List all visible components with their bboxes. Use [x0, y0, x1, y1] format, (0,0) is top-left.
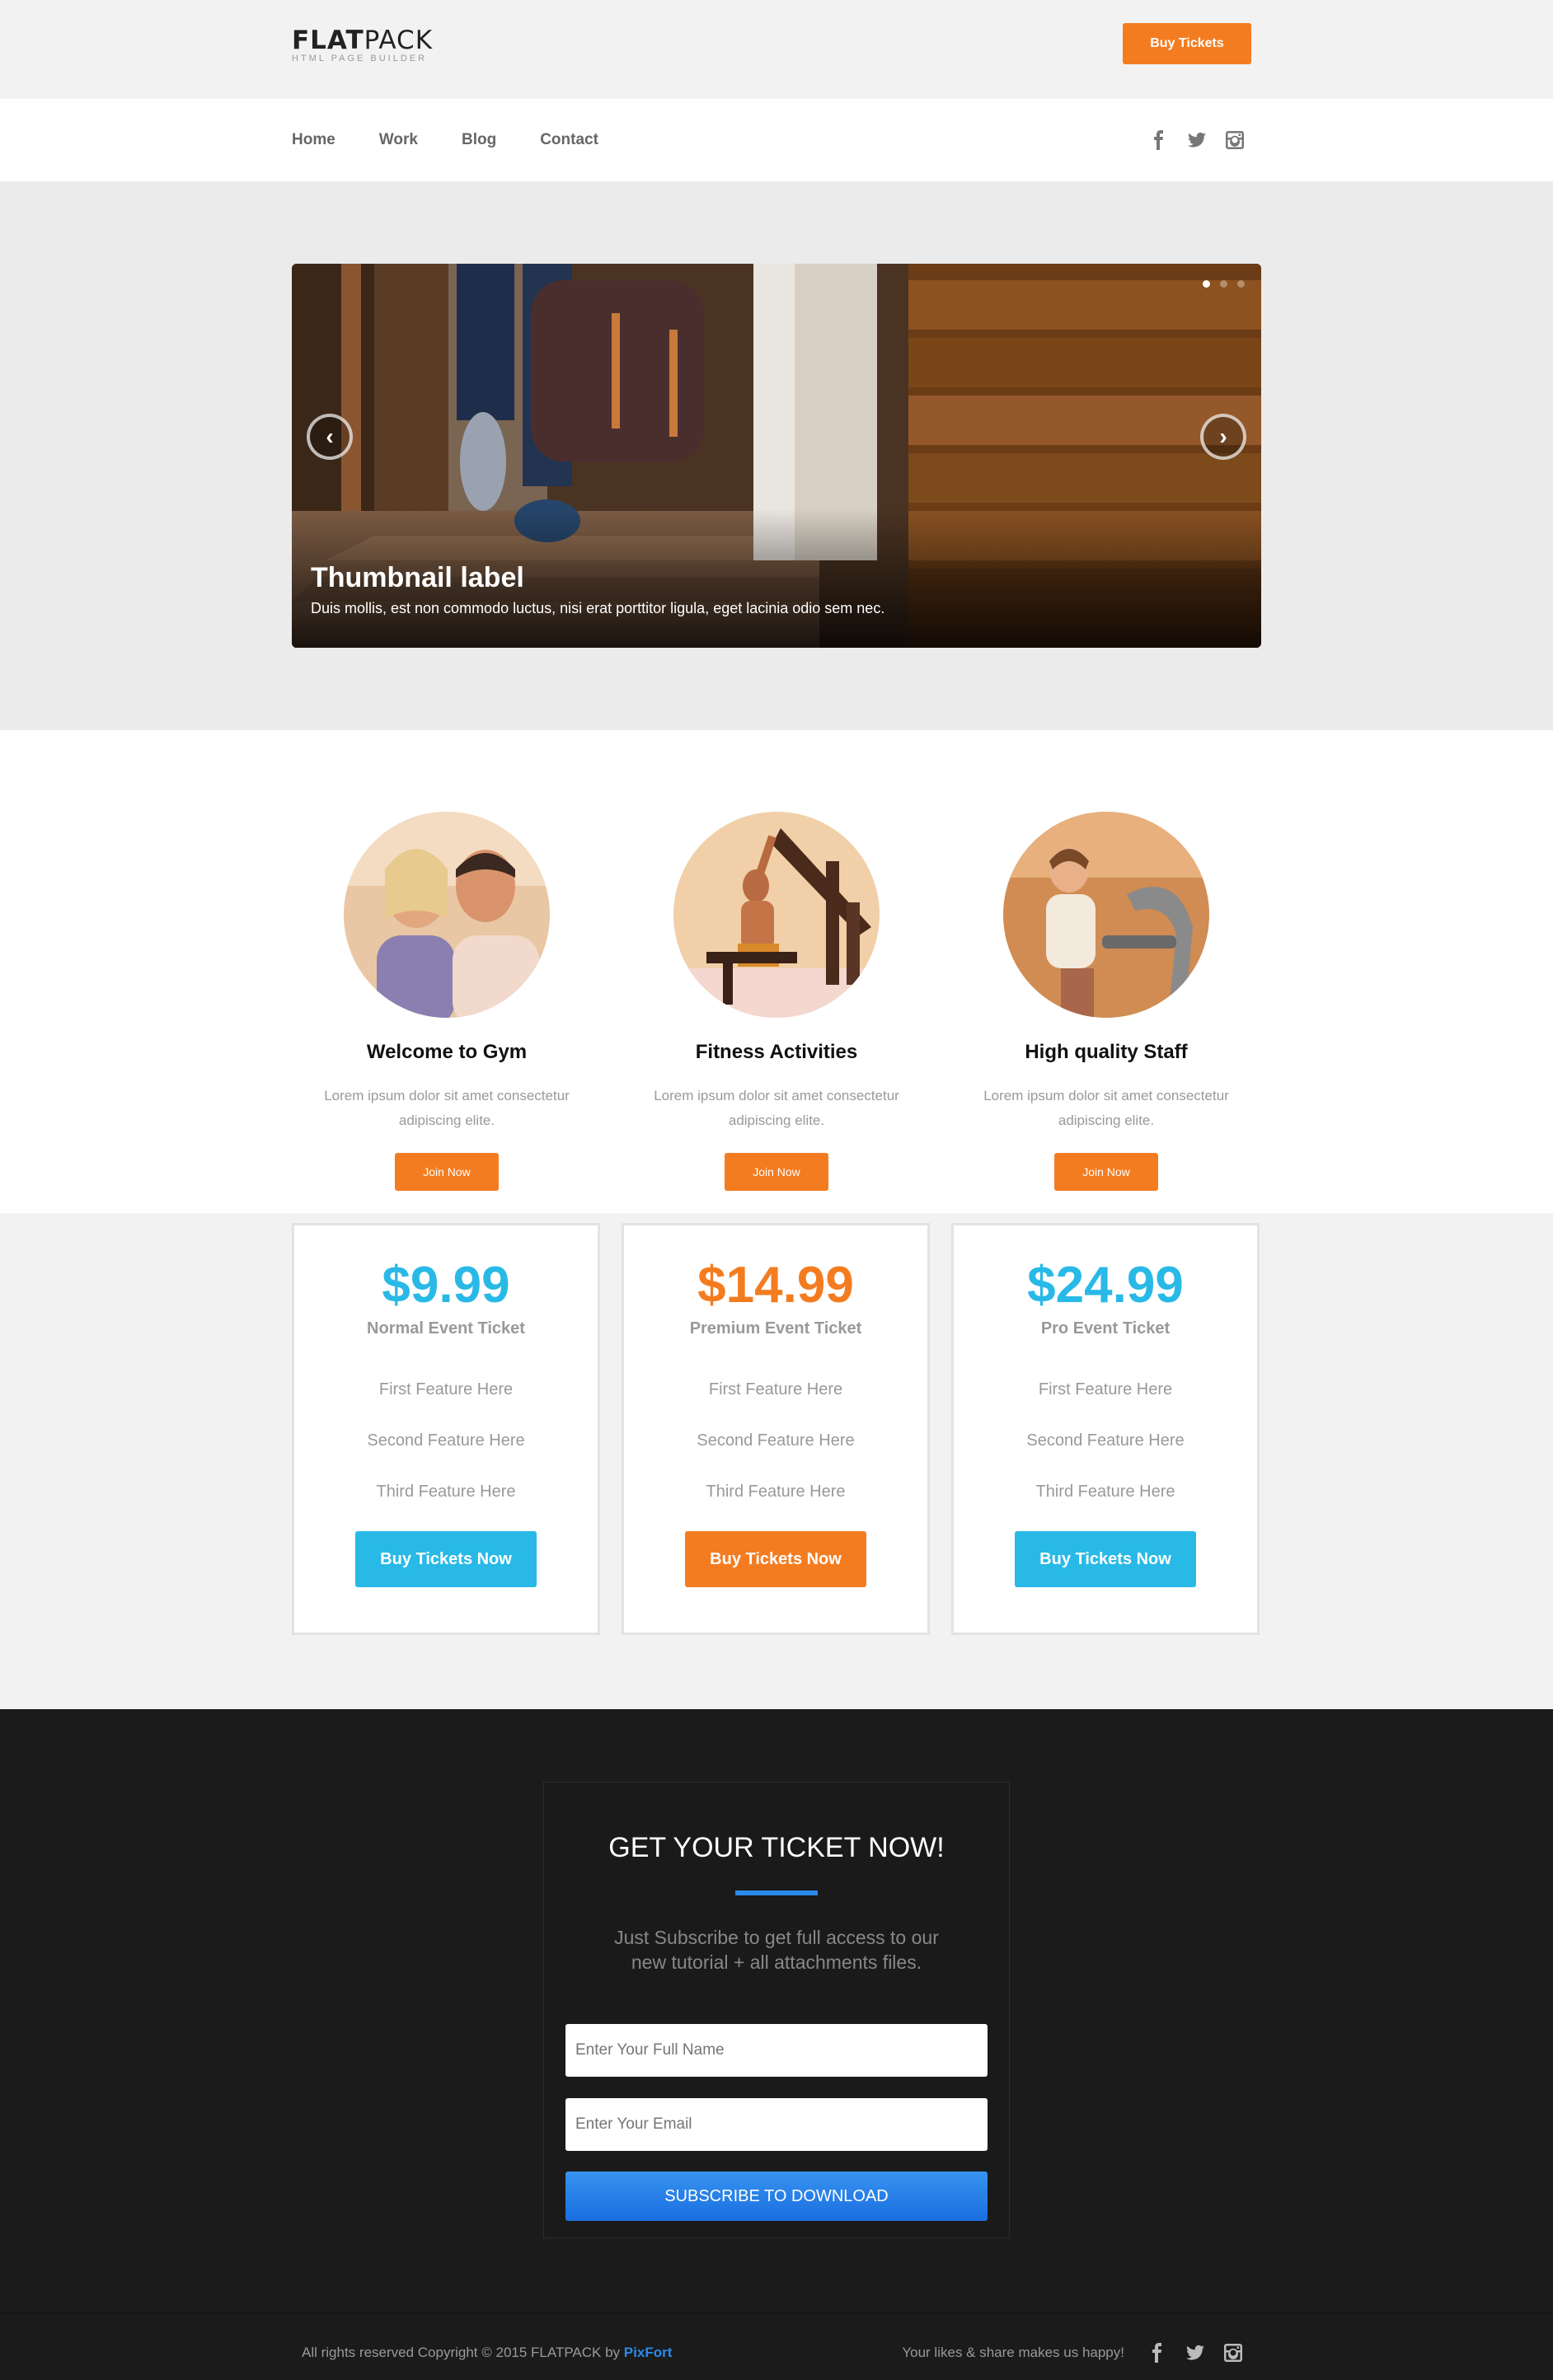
list-item: First Feature Here — [708, 1380, 843, 1398]
nav-link-blog[interactable]: Blog — [462, 131, 496, 149]
price-amount: $9.99 — [382, 1257, 510, 1314]
facebook-icon[interactable] — [1149, 130, 1169, 150]
feature-list: First Feature Here Second Feature Here T… — [624, 1373, 927, 1526]
buy-tickets-now-button[interactable]: Buy Tickets Now — [355, 1531, 537, 1587]
join-now-button[interactable]: Join Now — [395, 1153, 499, 1191]
copyright-text: All rights reserved Copyright © 2015 FLA… — [302, 2345, 673, 2360]
feature-image-weights — [673, 812, 880, 1018]
list-item: Second Feature Here — [697, 1431, 855, 1450]
price-plan-name: Premium Event Ticket — [689, 1319, 862, 1338]
price-amount: $24.99 — [1027, 1257, 1184, 1314]
logo-wordmark: FLATPACK — [292, 26, 434, 55]
list-item: First Feature Here — [378, 1380, 514, 1398]
feature-description: Lorem ipsum dolor sit amet consectetur a… — [654, 1088, 899, 1128]
join-now-button[interactable]: Join Now — [1054, 1153, 1158, 1191]
email-input[interactable] — [565, 2098, 988, 2151]
title-divider — [735, 1890, 818, 1895]
pricing-card: $24.99 Pro Event Ticket First Feature He… — [951, 1223, 1260, 1635]
pricing-card: $14.99 Premium Event Ticket First Featur… — [622, 1223, 930, 1635]
list-item: Third Feature Here — [706, 1483, 846, 1501]
slider-dot-1[interactable] — [1203, 280, 1210, 288]
list-item: Third Feature Here — [376, 1483, 516, 1501]
feature-title: Fitness Activities — [695, 1041, 858, 1063]
slider-dot-2[interactable] — [1220, 280, 1227, 288]
main-nav: Home Work Blog Contact — [0, 99, 1553, 181]
twitter-icon[interactable] — [1187, 130, 1207, 150]
buy-tickets-now-button[interactable]: Buy Tickets Now — [685, 1531, 866, 1587]
feature-title: Welcome to Gym — [366, 1041, 528, 1063]
instagram-icon[interactable] — [1223, 2343, 1243, 2363]
list-item: Third Feature Here — [1035, 1483, 1175, 1501]
feature-card: High quality Staff Lorem ipsum dolor sit… — [941, 812, 1271, 1191]
slide-caption: Duis mollis, est non commodo luctus, nis… — [311, 600, 885, 616]
chevron-right-icon[interactable]: › — [1200, 414, 1246, 460]
footer-social-links — [1147, 2313, 1243, 2380]
nav-link-contact[interactable]: Contact — [540, 131, 598, 149]
nav-links: Home Work Blog Contact — [292, 99, 598, 181]
chevron-left-icon[interactable]: ‹ — [307, 414, 353, 460]
price-plan-name: Pro Event Ticket — [1040, 1319, 1171, 1338]
facebook-icon[interactable] — [1147, 2343, 1167, 2363]
footer-likes-text: Your likes & share makes us happy! — [902, 2345, 1124, 2360]
pricing-section: $9.99 Normal Event Ticket First Feature … — [0, 1213, 1553, 1709]
slider-dot-3[interactable] — [1237, 280, 1245, 288]
features-section: Welcome to Gym Lorem ipsum dolor sit ame… — [0, 730, 1553, 1213]
buy-tickets-button[interactable]: Buy Tickets — [1123, 23, 1251, 64]
feature-list: First Feature Here Second Feature Here T… — [294, 1373, 598, 1526]
price-amount: $14.99 — [697, 1257, 854, 1314]
logo-tagline: HTML PAGE BUILDER — [292, 54, 428, 63]
twitter-icon[interactable] — [1185, 2343, 1205, 2363]
slider-dots — [1203, 280, 1245, 288]
footer: All rights reserved Copyright © 2015 FLA… — [0, 2312, 1553, 2380]
price-plan-name: Normal Event Ticket — [367, 1319, 525, 1338]
top-bar: FLATPACK HTML PAGE BUILDER Buy Tickets — [0, 0, 1553, 99]
feature-description: Lorem ipsum dolor sit amet consectetur a… — [983, 1088, 1229, 1128]
feature-card: Fitness Activities Lorem ipsum dolor sit… — [612, 812, 941, 1191]
list-item: Second Feature Here — [1026, 1431, 1185, 1450]
hero-section: Thumbnail label Duis mollis, est non com… — [0, 181, 1553, 730]
instagram-icon[interactable] — [1225, 130, 1245, 150]
pixfort-link[interactable]: PixFort — [624, 2345, 673, 2360]
feature-image-treadmill — [1003, 812, 1209, 1018]
subscribe-description: Just Subscribe to get full access to our… — [614, 1927, 939, 1973]
buy-tickets-now-button[interactable]: Buy Tickets Now — [1015, 1531, 1196, 1587]
list-item: First Feature Here — [1038, 1380, 1173, 1398]
full-name-input[interactable] — [565, 2024, 988, 2077]
feature-image-couple — [344, 812, 550, 1018]
feature-card: Welcome to Gym Lorem ipsum dolor sit ame… — [282, 812, 612, 1191]
image-slider[interactable]: Thumbnail label Duis mollis, est non com… — [292, 264, 1261, 648]
feature-list: First Feature Here Second Feature Here T… — [954, 1373, 1257, 1526]
subscribe-section: GET YOUR TICKET NOW! Just Subscribe to g… — [0, 1709, 1553, 2312]
subscribe-box: GET YOUR TICKET NOW! Just Subscribe to g… — [543, 1782, 1010, 2238]
nav-link-home[interactable]: Home — [292, 131, 335, 149]
feature-description: Lorem ipsum dolor sit amet consectetur a… — [324, 1088, 570, 1128]
feature-title: High quality Staff — [1025, 1041, 1188, 1063]
pricing-card: $9.99 Normal Event Ticket First Feature … — [292, 1223, 600, 1635]
list-item: Second Feature Here — [367, 1431, 525, 1450]
subscribe-button[interactable]: SUBSCRIBE TO DOWNLOAD — [565, 2172, 988, 2221]
join-now-button[interactable]: Join Now — [725, 1153, 828, 1191]
nav-social-links — [1149, 99, 1245, 181]
subscribe-title: GET YOUR TICKET NOW! — [608, 1832, 945, 1863]
slide-title: Thumbnail label — [311, 562, 524, 593]
logo[interactable]: FLATPACK HTML PAGE BUILDER — [292, 26, 433, 63]
nav-link-work[interactable]: Work — [379, 131, 418, 149]
